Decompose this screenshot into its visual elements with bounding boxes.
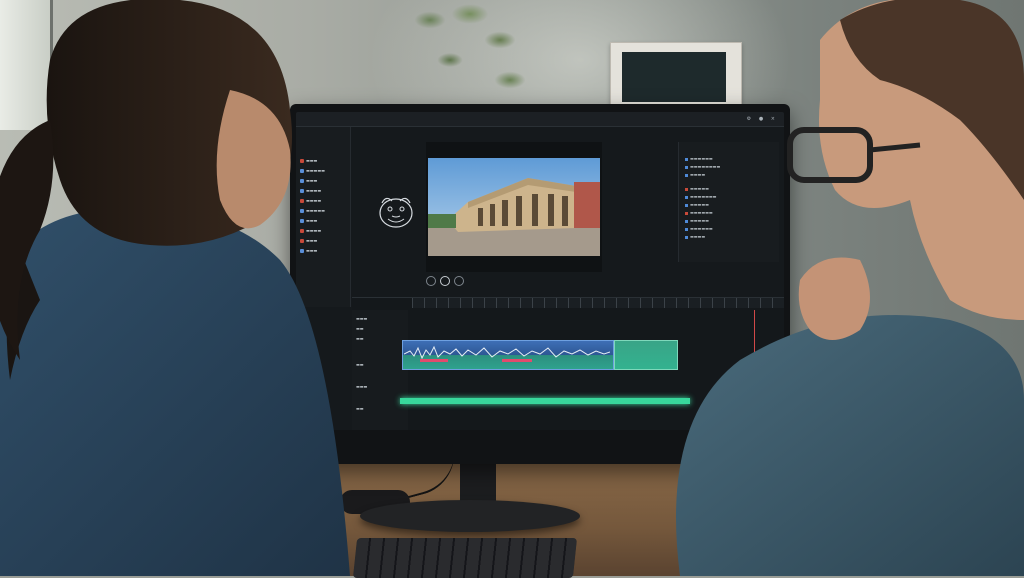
transport-controls: [426, 276, 616, 290]
plant: [400, 0, 540, 110]
monitor-brand: [440, 436, 500, 448]
clip-markers: [412, 359, 612, 362]
rewind-icon[interactable]: [426, 276, 436, 286]
waveform: [404, 345, 610, 360]
forward-icon[interactable]: [454, 276, 464, 286]
program-viewer: [426, 142, 602, 272]
video-preview: [428, 158, 600, 256]
bulldog-logo-icon: [379, 197, 413, 228]
keyboard: [352, 538, 578, 578]
person-left: [0, 0, 350, 576]
monitor-base: [360, 500, 580, 532]
play-icon[interactable]: [440, 276, 450, 286]
person-right: [676, 0, 1024, 576]
